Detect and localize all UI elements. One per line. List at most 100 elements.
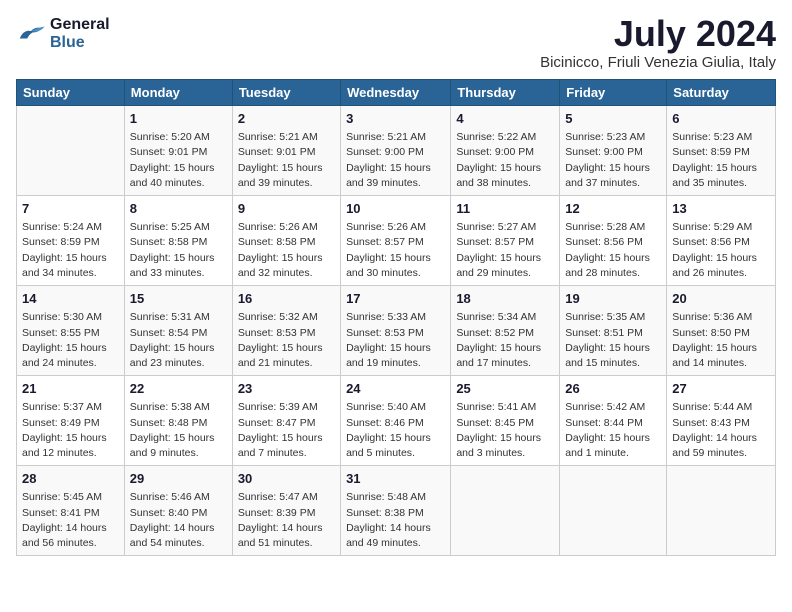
calendar-cell [667, 466, 776, 556]
calendar-cell: 11Sunrise: 5:27 AM Sunset: 8:57 PM Dayli… [451, 196, 560, 286]
day-info: Sunrise: 5:22 AM Sunset: 9:00 PM Dayligh… [456, 130, 554, 191]
day-info: Sunrise: 5:32 AM Sunset: 8:53 PM Dayligh… [238, 310, 335, 371]
calendar-cell: 9 Sunrise: 5:26 AM Sunset: 8:58 PM Daylig… [232, 196, 340, 286]
day-number: 5 [565, 110, 661, 128]
weekday-header-wednesday: Wednesday [341, 80, 451, 106]
day-info: Sunrise: 5:36 AM Sunset: 8:50 PM Dayligh… [672, 310, 770, 371]
day-info: Sunrise: 5:42 AM Sunset: 8:44 PM Dayligh… [565, 400, 661, 461]
day-number: 15 [130, 290, 227, 308]
day-number: 9 [238, 200, 335, 218]
page-header: General Blue July 2024 Bicinicco, Friuli… [16, 16, 776, 71]
calendar-cell: 29 Sunrise: 5:46 AM Sunset: 8:40 PM Dayli… [124, 466, 232, 556]
weekday-header-friday: Friday [560, 80, 667, 106]
day-number: 13 [672, 200, 770, 218]
day-number: 4 [456, 110, 554, 128]
day-number: 24 [346, 380, 445, 398]
day-number: 11 [456, 200, 554, 218]
calendar-cell [560, 466, 667, 556]
day-info: Sunrise: 5:35 AM Sunset: 8:51 PM Dayligh… [565, 310, 661, 371]
calendar-cell: 2Sunrise: 5:21 AM Sunset: 9:01 PM Daylig… [232, 106, 340, 196]
day-number: 26 [565, 380, 661, 398]
calendar-cell: 28 Sunrise: 5:45 AM Sunset: 8:41 PM Dayli… [17, 466, 125, 556]
day-info: Sunrise: 5:26 AM Sunset: 8:57 PM Dayligh… [346, 220, 445, 281]
day-number: 25 [456, 380, 554, 398]
day-info: Sunrise: 5:38 AM Sunset: 8:48 PM Dayligh… [130, 400, 227, 461]
calendar-cell: 7 Sunrise: 5:24 AM Sunset: 8:59 PM Daylig… [17, 196, 125, 286]
day-number: 7 [22, 200, 119, 218]
calendar-cell: 22 Sunrise: 5:38 AM Sunset: 8:48 PM Dayli… [124, 376, 232, 466]
day-info: Sunrise: 5:37 AM Sunset: 8:49 PM Dayligh… [22, 400, 119, 461]
day-number: 12 [565, 200, 661, 218]
calendar-cell: 31 Sunrise: 5:48 AM Sunset: 8:38 PM Dayli… [341, 466, 451, 556]
calendar-cell: 25 Sunrise: 5:41 AM Sunset: 8:45 PM Dayli… [451, 376, 560, 466]
calendar-cell: 20 Sunrise: 5:36 AM Sunset: 8:50 PM Dayli… [667, 286, 776, 376]
day-number: 23 [238, 380, 335, 398]
day-number: 6 [672, 110, 770, 128]
calendar-week-row: 28 Sunrise: 5:45 AM Sunset: 8:41 PM Dayli… [17, 466, 776, 556]
day-info: Sunrise: 5:20 AM Sunset: 9:01 PM Dayligh… [130, 130, 227, 191]
day-info: Sunrise: 5:24 AM Sunset: 8:59 PM Dayligh… [22, 220, 119, 281]
day-info: Sunrise: 5:29 AM Sunset: 8:56 PM Dayligh… [672, 220, 770, 281]
calendar-cell: 13 Sunrise: 5:29 AM Sunset: 8:56 PM Dayli… [667, 196, 776, 286]
calendar-week-row: 21 Sunrise: 5:37 AM Sunset: 8:49 PM Dayli… [17, 376, 776, 466]
day-info: Sunrise: 5:41 AM Sunset: 8:45 PM Dayligh… [456, 400, 554, 461]
location-title: Bicinicco, Friuli Venezia Giulia, Italy [540, 54, 776, 71]
day-number: 14 [22, 290, 119, 308]
day-info: Sunrise: 5:26 AM Sunset: 8:58 PM Dayligh… [238, 220, 335, 281]
day-info: Sunrise: 5:21 AM Sunset: 9:00 PM Dayligh… [346, 130, 445, 191]
day-number: 1 [130, 110, 227, 128]
calendar-cell: 6 Sunrise: 5:23 AM Sunset: 8:59 PM Daylig… [667, 106, 776, 196]
calendar-cell: 5 Sunrise: 5:23 AM Sunset: 9:00 PM Daylig… [560, 106, 667, 196]
day-info: Sunrise: 5:48 AM Sunset: 8:38 PM Dayligh… [346, 490, 445, 551]
calendar-cell: 24 Sunrise: 5:40 AM Sunset: 8:46 PM Dayli… [341, 376, 451, 466]
day-info: Sunrise: 5:39 AM Sunset: 8:47 PM Dayligh… [238, 400, 335, 461]
calendar-cell: 12 Sunrise: 5:28 AM Sunset: 8:56 PM Dayli… [560, 196, 667, 286]
calendar-week-row: 14 Sunrise: 5:30 AM Sunset: 8:55 PM Dayli… [17, 286, 776, 376]
day-number: 16 [238, 290, 335, 308]
day-number: 17 [346, 290, 445, 308]
day-info: Sunrise: 5:40 AM Sunset: 8:46 PM Dayligh… [346, 400, 445, 461]
day-info: Sunrise: 5:23 AM Sunset: 8:59 PM Dayligh… [672, 130, 770, 191]
calendar-header-row: SundayMondayTuesdayWednesdayThursdayFrid… [17, 80, 776, 106]
day-number: 31 [346, 470, 445, 488]
calendar-cell: 15 Sunrise: 5:31 AM Sunset: 8:54 PM Dayli… [124, 286, 232, 376]
day-info: Sunrise: 5:47 AM Sunset: 8:39 PM Dayligh… [238, 490, 335, 551]
weekday-header-thursday: Thursday [451, 80, 560, 106]
day-number: 10 [346, 200, 445, 218]
day-info: Sunrise: 5:45 AM Sunset: 8:41 PM Dayligh… [22, 490, 119, 551]
day-info: Sunrise: 5:34 AM Sunset: 8:52 PM Dayligh… [456, 310, 554, 371]
day-number: 20 [672, 290, 770, 308]
month-title: July 2024 [540, 16, 776, 52]
calendar-cell: 19Sunrise: 5:35 AM Sunset: 8:51 PM Dayli… [560, 286, 667, 376]
calendar-cell: 23 Sunrise: 5:39 AM Sunset: 8:47 PM Dayli… [232, 376, 340, 466]
logo: General Blue [16, 16, 110, 52]
calendar-cell [451, 466, 560, 556]
day-info: Sunrise: 5:46 AM Sunset: 8:40 PM Dayligh… [130, 490, 227, 551]
day-info: Sunrise: 5:44 AM Sunset: 8:43 PM Dayligh… [672, 400, 770, 461]
weekday-header-saturday: Saturday [667, 80, 776, 106]
calendar-cell: 10 Sunrise: 5:26 AM Sunset: 8:57 PM Dayli… [341, 196, 451, 286]
day-info: Sunrise: 5:25 AM Sunset: 8:58 PM Dayligh… [130, 220, 227, 281]
day-number: 21 [22, 380, 119, 398]
calendar-cell: 1 Sunrise: 5:20 AM Sunset: 9:01 PM Daylig… [124, 106, 232, 196]
calendar-week-row: 7 Sunrise: 5:24 AM Sunset: 8:59 PM Daylig… [17, 196, 776, 286]
day-info: Sunrise: 5:23 AM Sunset: 9:00 PM Dayligh… [565, 130, 661, 191]
day-number: 28 [22, 470, 119, 488]
calendar-cell: 16 Sunrise: 5:32 AM Sunset: 8:53 PM Dayli… [232, 286, 340, 376]
calendar-table: SundayMondayTuesdayWednesdayThursdayFrid… [16, 79, 776, 556]
calendar-cell: 21 Sunrise: 5:37 AM Sunset: 8:49 PM Dayli… [17, 376, 125, 466]
day-number: 29 [130, 470, 227, 488]
day-info: Sunrise: 5:28 AM Sunset: 8:56 PM Dayligh… [565, 220, 661, 281]
day-number: 22 [130, 380, 227, 398]
weekday-header-sunday: Sunday [17, 80, 125, 106]
calendar-cell: 4 Sunrise: 5:22 AM Sunset: 9:00 PM Daylig… [451, 106, 560, 196]
day-info: Sunrise: 5:31 AM Sunset: 8:54 PM Dayligh… [130, 310, 227, 371]
day-number: 8 [130, 200, 227, 218]
logo-icon [16, 22, 46, 46]
calendar-cell: 14 Sunrise: 5:30 AM Sunset: 8:55 PM Dayli… [17, 286, 125, 376]
day-info: Sunrise: 5:30 AM Sunset: 8:55 PM Dayligh… [22, 310, 119, 371]
logo-text: General Blue [50, 16, 110, 52]
calendar-cell: 3Sunrise: 5:21 AM Sunset: 9:00 PM Daylig… [341, 106, 451, 196]
calendar-cell: 18Sunrise: 5:34 AM Sunset: 8:52 PM Dayli… [451, 286, 560, 376]
day-number: 30 [238, 470, 335, 488]
